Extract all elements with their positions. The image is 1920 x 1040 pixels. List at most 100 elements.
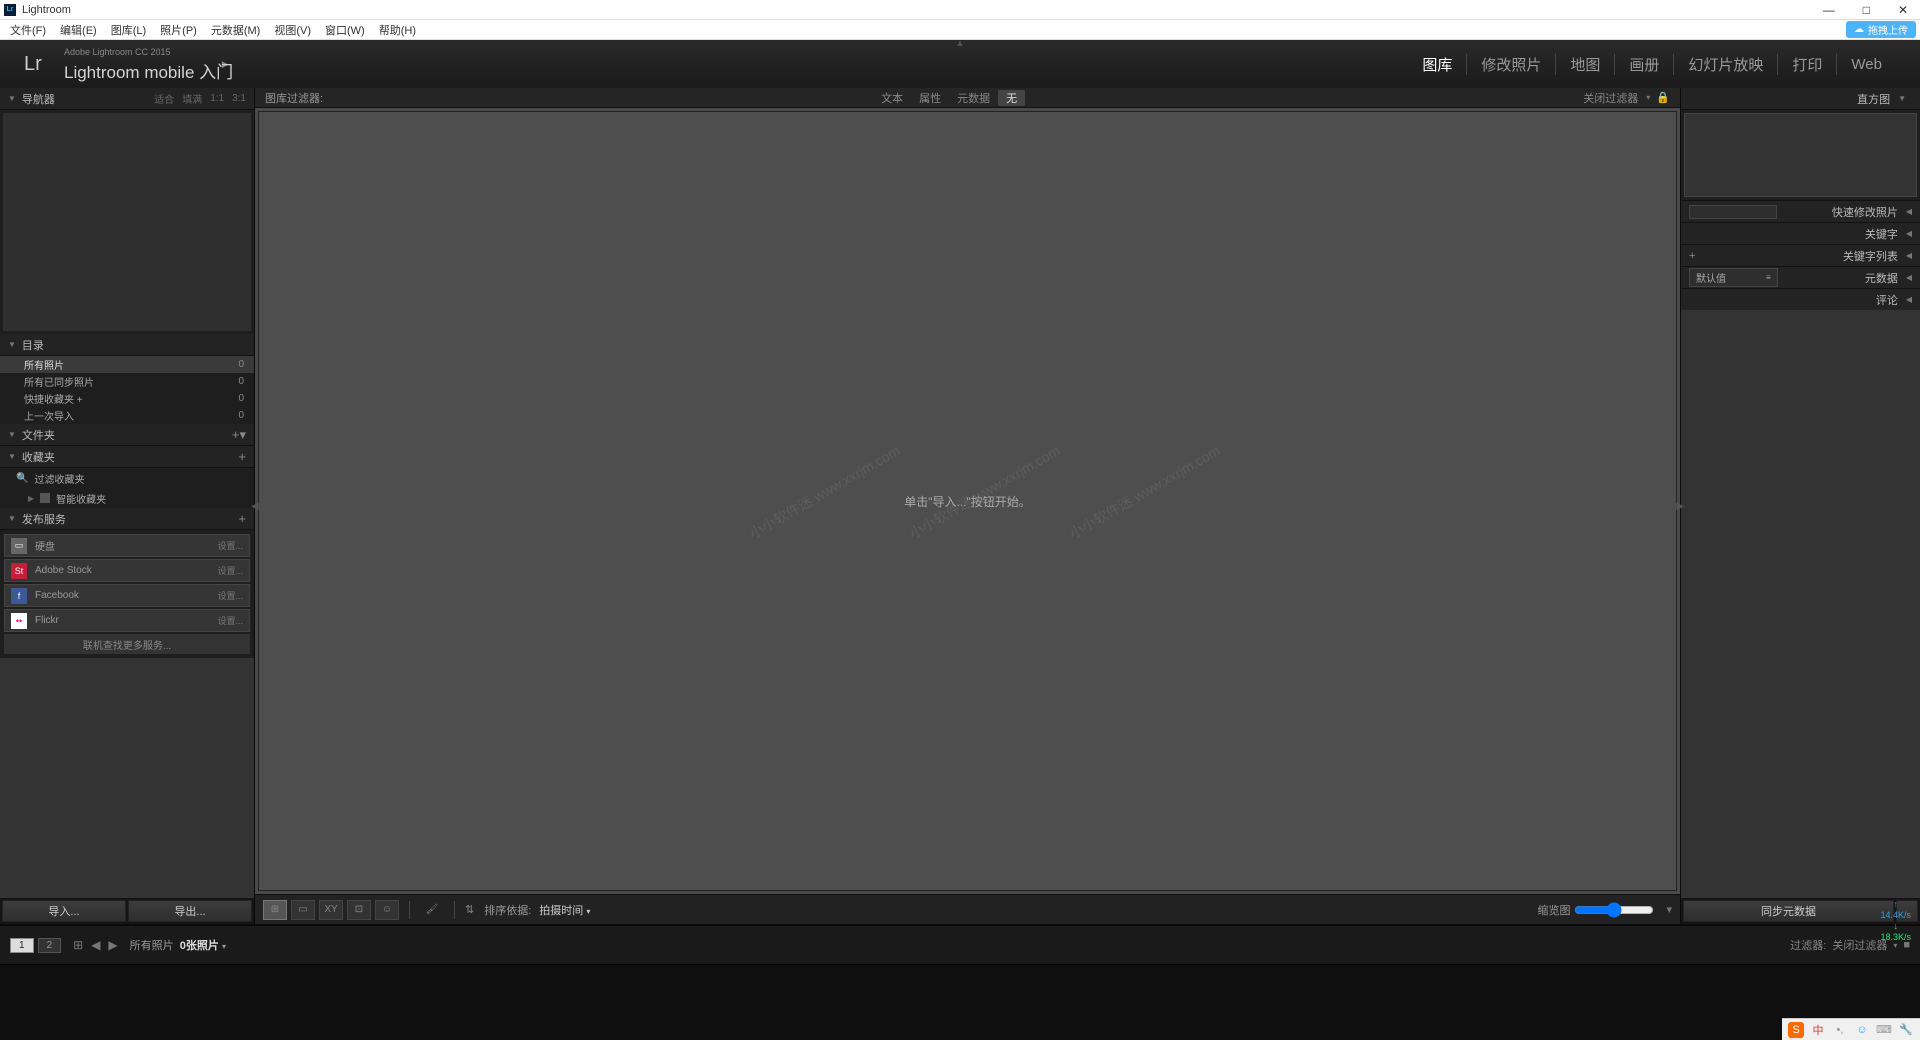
nav-3to1[interactable]: 3:1 xyxy=(232,93,246,104)
folders-header[interactable]: ▼ 文件夹 +▾ xyxy=(0,424,254,446)
histogram-header[interactable]: 直方图 ▼ xyxy=(1681,88,1920,110)
module-map[interactable]: 地图 xyxy=(1556,54,1615,75)
sogou-ime-icon[interactable]: S xyxy=(1788,1022,1804,1038)
loupe-view-button[interactable]: ▭ xyxy=(291,900,315,920)
menu-view[interactable]: 视图(V) xyxy=(268,20,317,40)
comments-header[interactable]: 评论◀ xyxy=(1681,288,1920,310)
grid-view-button[interactable]: ⊞ xyxy=(263,900,287,920)
tray-skin-icon[interactable]: ☺ xyxy=(1854,1022,1870,1038)
quick-develop-header[interactable]: 快速修改照片◀ xyxy=(1681,200,1920,222)
add-keyword-icon[interactable]: + xyxy=(1689,250,1695,262)
publish-header[interactable]: ▼ 发布服务 + xyxy=(0,508,254,530)
minimize-button[interactable]: — xyxy=(1823,3,1835,17)
catalog-synced[interactable]: 所有已同步照片0 xyxy=(0,373,254,390)
nav-fill[interactable]: 填满 xyxy=(182,91,202,106)
module-print[interactable]: 打印 xyxy=(1778,54,1837,75)
collections-header[interactable]: ▼ 收藏夹 + xyxy=(0,446,254,468)
sort-direction-icon[interactable]: ⇅ xyxy=(465,903,474,916)
filter-none[interactable]: 无 xyxy=(998,90,1025,106)
module-slideshow[interactable]: 幻灯片放映 xyxy=(1674,54,1778,75)
survey-view-button[interactable]: ⊡ xyxy=(347,900,371,920)
filter-collections[interactable]: 🔍 过滤收藏夹 xyxy=(0,468,254,488)
module-develop[interactable]: 修改照片 xyxy=(1467,54,1556,75)
metadata-preset-select[interactable]: 默认值≡ xyxy=(1689,268,1778,287)
quick-develop-control[interactable] xyxy=(1689,205,1777,219)
filter-close[interactable]: 关闭过滤器 xyxy=(1575,90,1646,106)
collapse-left-icon[interactable]: ◀ xyxy=(251,501,259,512)
publish-flickr[interactable]: ••Flickr设置... xyxy=(4,609,250,632)
grid-view[interactable]: 小小软件迷 www.xxrjm.com 小小软件迷 www.xxrjm.com … xyxy=(258,111,1677,891)
compare-view-button[interactable]: XY xyxy=(319,900,343,920)
navigator-header[interactable]: ▼ 导航器 适合 填满 1:1 3:1 xyxy=(0,88,254,110)
tray-icon[interactable]: •, xyxy=(1832,1022,1848,1038)
add-folder-icon[interactable]: +▾ xyxy=(232,427,246,443)
right-panel: 直方图 ▼ 快速修改照片◀ 关键字◀ + 关键字列表◀ 默认值≡ 元数据◀ 评论… xyxy=(1680,88,1920,924)
histogram[interactable] xyxy=(1684,113,1917,197)
import-button[interactable]: 导入... xyxy=(2,900,126,922)
sort-dropdown[interactable]: 拍摄时间 ▾ xyxy=(539,902,590,918)
ime-mode-icon[interactable]: 中 xyxy=(1810,1022,1826,1038)
nav-1to1[interactable]: 1:1 xyxy=(210,93,224,104)
upload-badge[interactable]: ☁ 拖拽上传 xyxy=(1846,21,1916,38)
smart-collections[interactable]: ▶ 智能收藏夹 xyxy=(0,488,254,508)
filter-metadata[interactable]: 元数据 xyxy=(949,90,998,106)
filter-text[interactable]: 文本 xyxy=(873,90,911,106)
painter-button[interactable]: 🖌 xyxy=(420,900,444,920)
filter-attribute[interactable]: 属性 xyxy=(911,90,949,106)
lock-icon[interactable]: 🔒 xyxy=(1656,91,1670,104)
maximize-button[interactable]: □ xyxy=(1863,3,1870,17)
add-collection-icon[interactable]: + xyxy=(238,449,246,464)
nav-fit[interactable]: 适合 xyxy=(154,91,174,106)
collapse-top-icon[interactable]: ▲ xyxy=(956,38,965,48)
menu-file[interactable]: 文件(F) xyxy=(4,20,52,40)
menu-help[interactable]: 帮助(H) xyxy=(373,20,422,40)
catalog-last-import[interactable]: 上一次导入0 xyxy=(0,407,254,424)
catalog-header[interactable]: ▼ 目录 xyxy=(0,334,254,356)
menu-window[interactable]: 窗口(W) xyxy=(319,20,371,40)
library-filter-bar: 图库过滤器: 文本 属性 元数据 无 关闭过滤器 ▾ 🔒 xyxy=(255,88,1680,108)
nav-forward-icon[interactable]: ▶ xyxy=(108,938,117,952)
menu-library[interactable]: 图库(L) xyxy=(105,20,152,40)
sync-metadata-button[interactable]: 同步元数据 xyxy=(1683,900,1894,922)
sync-dropdown[interactable]: 28% ↑ 14.4K/s↓ 18.3K/s xyxy=(1896,900,1918,922)
filmstrip-close-filter[interactable]: 关闭过滤器 xyxy=(1832,937,1887,953)
chevron-down-icon[interactable]: ▾ xyxy=(1646,93,1650,102)
find-more-services[interactable]: 联机查找更多服务... xyxy=(4,634,250,654)
secondary-display[interactable]: 2 xyxy=(38,938,62,953)
add-publish-icon[interactable]: + xyxy=(238,511,246,526)
tray-keyboard-icon[interactable]: ⌨ xyxy=(1876,1022,1892,1038)
thumbnail-size-slider[interactable] xyxy=(1574,902,1654,918)
keywording-header[interactable]: 关键字◀ xyxy=(1681,222,1920,244)
tray-settings-icon[interactable]: 🔧 xyxy=(1898,1022,1914,1038)
navigator-preview[interactable] xyxy=(3,113,251,331)
module-library[interactable]: 图库 xyxy=(1408,54,1467,75)
module-web[interactable]: Web xyxy=(1837,56,1896,73)
facebook-icon: f xyxy=(11,588,27,604)
close-button[interactable]: ✕ xyxy=(1898,3,1908,17)
catalog-all-photos[interactable]: 所有照片0 xyxy=(0,356,254,373)
chevron-down-icon: ▼ xyxy=(8,430,16,439)
collapse-right-icon[interactable]: ▶ xyxy=(1676,501,1684,512)
menu-photo[interactable]: 照片(P) xyxy=(154,20,203,40)
publish-harddrive[interactable]: ▭硬盘设置... xyxy=(4,534,250,557)
filter-label: 图库过滤器: xyxy=(265,90,323,106)
publish-facebook[interactable]: fFacebook设置... xyxy=(4,584,250,607)
breadcrumb[interactable]: 所有照片 0张照片 ▾ xyxy=(130,937,226,953)
chevron-down-icon: ▼ xyxy=(1898,94,1906,103)
search-icon: 🔍 xyxy=(16,473,28,484)
filmstrip[interactable] xyxy=(0,964,1920,1040)
primary-display[interactable]: 1 xyxy=(10,938,34,953)
nav-back-icon[interactable]: ◀ xyxy=(91,938,100,952)
catalog-quick[interactable]: 快捷收藏夹 +0 xyxy=(0,390,254,407)
mobile-link[interactable]: Lightroom mobile 入门 xyxy=(64,58,233,83)
publish-adobestock[interactable]: StAdobe Stock设置... xyxy=(4,559,250,582)
menu-edit[interactable]: 编辑(E) xyxy=(54,20,103,40)
grid-icon[interactable]: ⊞ xyxy=(73,938,83,952)
metadata-header[interactable]: 默认值≡ 元数据◀ xyxy=(1681,266,1920,288)
toolbar-menu-icon[interactable]: ▾ xyxy=(1666,903,1672,916)
module-book[interactable]: 画册 xyxy=(1615,54,1674,75)
people-view-button[interactable]: ☺ xyxy=(375,900,399,920)
keyword-list-header[interactable]: + 关键字列表◀ xyxy=(1681,244,1920,266)
export-button[interactable]: 导出... xyxy=(128,900,252,922)
menu-metadata[interactable]: 元数据(M) xyxy=(205,20,267,40)
